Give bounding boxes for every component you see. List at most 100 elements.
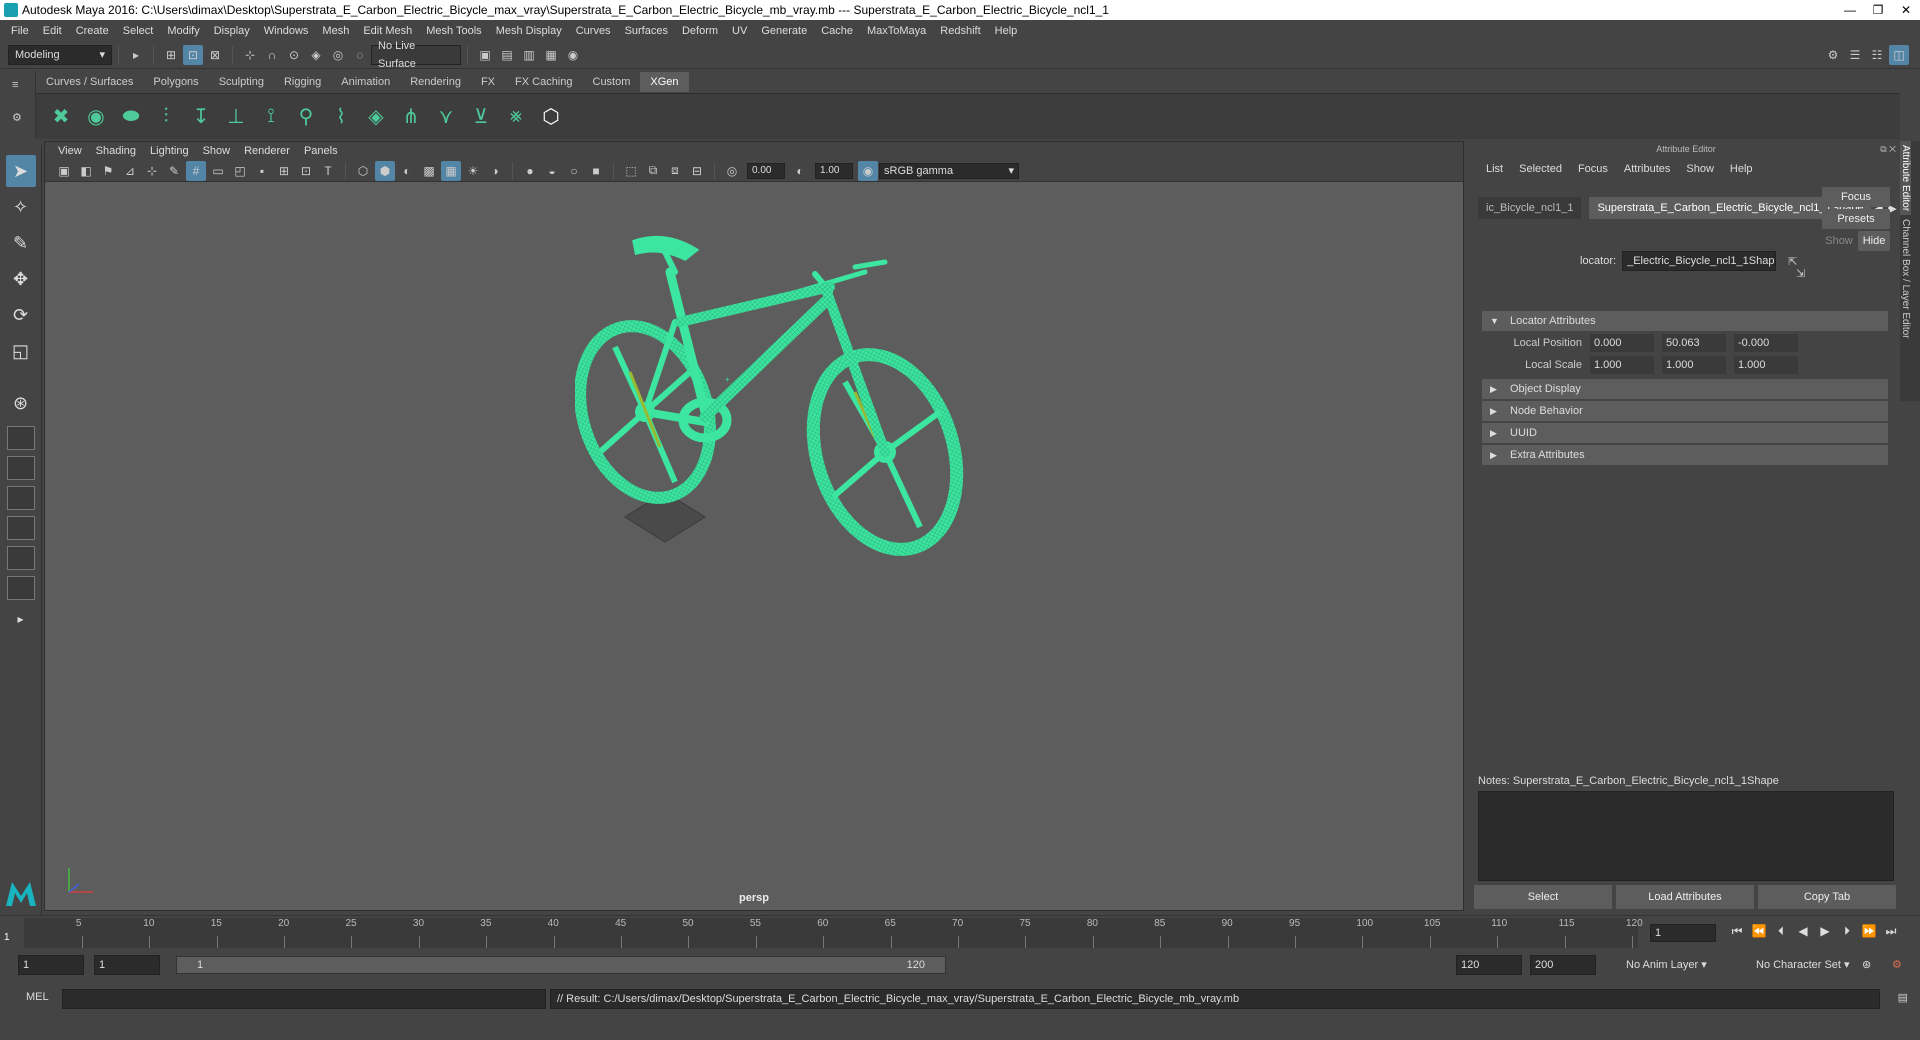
play-backward-icon[interactable]: ◀ bbox=[1792, 924, 1814, 939]
menu-create[interactable]: Create bbox=[69, 25, 116, 37]
tab-fx-caching[interactable]: FX Caching bbox=[505, 72, 582, 92]
paint-select-icon[interactable]: ✎ bbox=[6, 227, 36, 259]
locator-output-icon[interactable]: ⇲ bbox=[1796, 267, 1805, 280]
anim-start-field[interactable]: 1 bbox=[18, 955, 84, 975]
layout-two-view-icon[interactable] bbox=[6, 456, 35, 480]
viewport-persp[interactable]: View Shading Lighting Show Renderer Pane… bbox=[44, 141, 1464, 911]
modeling-toolkit-icon[interactable]: ⚙ bbox=[1823, 45, 1843, 65]
channel-box-toggle-icon[interactable]: ◫ bbox=[1889, 44, 1909, 65]
menu-curves[interactable]: Curves bbox=[569, 25, 618, 37]
ae-menu-list[interactable]: List bbox=[1478, 163, 1511, 175]
render-view-icon[interactable]: ▣ bbox=[475, 45, 495, 65]
mode-dropdown[interactable]: Modeling ▾ bbox=[8, 44, 112, 65]
step-forward-key-icon[interactable]: ⏩ bbox=[1858, 924, 1880, 939]
select-object-icon[interactable]: ⊡ bbox=[183, 44, 203, 65]
camera-attr-icon[interactable]: ◧ bbox=[76, 161, 96, 181]
camera-icon[interactable]: ▣ bbox=[54, 161, 74, 181]
scale-tool-icon[interactable]: ◱ bbox=[6, 335, 36, 367]
menu-surfaces[interactable]: Surfaces bbox=[618, 25, 675, 37]
menu-uv[interactable]: UV bbox=[725, 25, 754, 37]
snap-surface-icon[interactable]: ◎ bbox=[328, 45, 348, 65]
xray-joints-icon[interactable]: ⧉ bbox=[643, 161, 663, 181]
xgen-clump-icon[interactable]: ⋎ bbox=[431, 101, 461, 133]
go-to-end-icon[interactable]: ⏭ bbox=[1880, 924, 1902, 939]
menu-generate[interactable]: Generate bbox=[754, 25, 814, 37]
focus-button[interactable]: Focus bbox=[1822, 187, 1890, 207]
wireframe-on-shaded-icon[interactable]: ◐ bbox=[397, 161, 417, 181]
hide-button[interactable]: Hide bbox=[1858, 231, 1890, 251]
xgen-editor-icon[interactable]: ✖ bbox=[46, 101, 76, 133]
ambient-occlusion-icon[interactable]: ● bbox=[520, 161, 540, 181]
vp-menu-show[interactable]: Show bbox=[196, 145, 238, 157]
side-tab-attribute-editor[interactable]: Attribute Editor bbox=[1900, 141, 1911, 216]
xgen-guide-length-icon[interactable]: ⊥ bbox=[221, 101, 251, 133]
section-extra-attributes[interactable]: ▶ Extra Attributes bbox=[1482, 445, 1888, 465]
range-bar[interactable]: 1 120 bbox=[176, 956, 946, 974]
grease-pencil-icon[interactable]: ✎ bbox=[164, 161, 184, 181]
textured-icon[interactable]: ▩ bbox=[419, 161, 439, 181]
tab-sculpting[interactable]: Sculpting bbox=[209, 72, 274, 92]
snap-grid-icon[interactable]: ⊹ bbox=[240, 45, 260, 65]
menu-help[interactable]: Help bbox=[988, 25, 1025, 37]
render-settings-icon[interactable]: ▦ bbox=[541, 45, 561, 65]
hypershade-icon[interactable]: ◉ bbox=[563, 45, 583, 65]
ae-menu-attributes[interactable]: Attributes bbox=[1616, 163, 1678, 175]
current-frame-field[interactable]: 1 bbox=[1650, 924, 1716, 942]
load-attributes-button[interactable]: Load Attributes bbox=[1616, 885, 1754, 909]
maximize-icon[interactable]: ❐ bbox=[1864, 0, 1892, 20]
xgen-noise-icon[interactable]: ⨳ bbox=[501, 101, 531, 133]
minimize-icon[interactable]: — bbox=[1836, 0, 1864, 20]
menu-edit[interactable]: Edit bbox=[36, 25, 69, 37]
move-tool-icon[interactable]: ✥ bbox=[6, 263, 36, 295]
ae-menu-focus[interactable]: Focus bbox=[1570, 163, 1616, 175]
ae-menu-help[interactable]: Help bbox=[1722, 163, 1761, 175]
section-object-display[interactable]: ▶ Object Display bbox=[1482, 379, 1888, 399]
xgen-preview-icon[interactable]: ◉ bbox=[81, 101, 111, 133]
2d-pan-icon[interactable]: ⊹ bbox=[142, 161, 162, 181]
select-button[interactable]: Select bbox=[1474, 885, 1612, 909]
gamma-field[interactable]: 1.00 bbox=[815, 162, 853, 179]
collapse-arrow-icon[interactable]: ▸ bbox=[126, 45, 146, 65]
menu-modify[interactable]: Modify bbox=[160, 25, 206, 37]
menu-mesh[interactable]: Mesh bbox=[315, 25, 356, 37]
show-button[interactable]: Show bbox=[1822, 231, 1856, 251]
vp-menu-panels[interactable]: Panels bbox=[297, 145, 345, 157]
side-tab-channel-box[interactable]: Channel Box / Layer Editor bbox=[1900, 215, 1911, 343]
layout-hypershade-icon[interactable] bbox=[6, 546, 35, 570]
bookmark-icon[interactable]: ⚑ bbox=[98, 161, 118, 181]
safe-action-icon[interactable]: ⊡ bbox=[296, 161, 316, 181]
menu-select[interactable]: Select bbox=[116, 25, 161, 37]
depth-of-field-icon[interactable]: ■ bbox=[586, 161, 606, 181]
close-icon[interactable]: ⧉ ✕ bbox=[1880, 141, 1896, 157]
vp-menu-view[interactable]: View bbox=[51, 145, 89, 157]
lasso-tool-icon[interactable]: ✧ bbox=[6, 191, 36, 223]
vp-menu-renderer[interactable]: Renderer bbox=[237, 145, 297, 157]
color-management-icon[interactable]: ◉ bbox=[858, 160, 878, 181]
menu-file[interactable]: File bbox=[4, 25, 36, 37]
snap-curve-icon[interactable]: ∩ bbox=[262, 45, 282, 65]
rotate-tool-icon[interactable]: ⟳ bbox=[6, 299, 36, 331]
preferences-icon[interactable]: ⚙ bbox=[1892, 955, 1902, 975]
xgen-sculpt-icon[interactable]: ⟟ bbox=[256, 101, 286, 133]
playback-start-field[interactable]: 1 bbox=[94, 955, 160, 975]
tab-rendering[interactable]: Rendering bbox=[400, 72, 471, 92]
menu-mesh-display[interactable]: Mesh Display bbox=[489, 25, 569, 37]
smooth-shade-icon[interactable]: ⬢ bbox=[375, 160, 395, 181]
tab-curves-surfaces[interactable]: Curves / Surfaces bbox=[36, 72, 143, 92]
field-chart-icon[interactable]: ⊞ bbox=[274, 161, 294, 181]
motion-blur-icon[interactable]: ◒ bbox=[542, 161, 562, 181]
playback-end-field[interactable]: 120 bbox=[1456, 955, 1522, 975]
soft-select-icon[interactable]: ⊛ bbox=[6, 387, 36, 419]
tab-fx[interactable]: FX bbox=[471, 72, 505, 92]
layout-outliner-icon[interactable] bbox=[6, 486, 35, 510]
step-back-frame-icon[interactable]: ⏴ bbox=[1770, 924, 1792, 939]
isolate-select-icon[interactable]: ⬚ bbox=[621, 161, 641, 181]
gate-mask-icon[interactable]: ▪ bbox=[252, 161, 272, 181]
xgen-comb-icon[interactable]: ⋔ bbox=[396, 101, 426, 133]
step-forward-frame-icon[interactable]: ⏵ bbox=[1836, 924, 1858, 939]
anti-alias-icon[interactable]: ○ bbox=[564, 161, 584, 181]
character-set-dropdown[interactable]: No Character Set ▾ bbox=[1756, 955, 1850, 975]
locator-name-field[interactable]: _Electric_Bicycle_ncl1_1Shape bbox=[1622, 251, 1777, 271]
anim-end-field[interactable]: 200 bbox=[1530, 955, 1596, 975]
exposure-icon[interactable]: ◎ bbox=[722, 161, 742, 181]
